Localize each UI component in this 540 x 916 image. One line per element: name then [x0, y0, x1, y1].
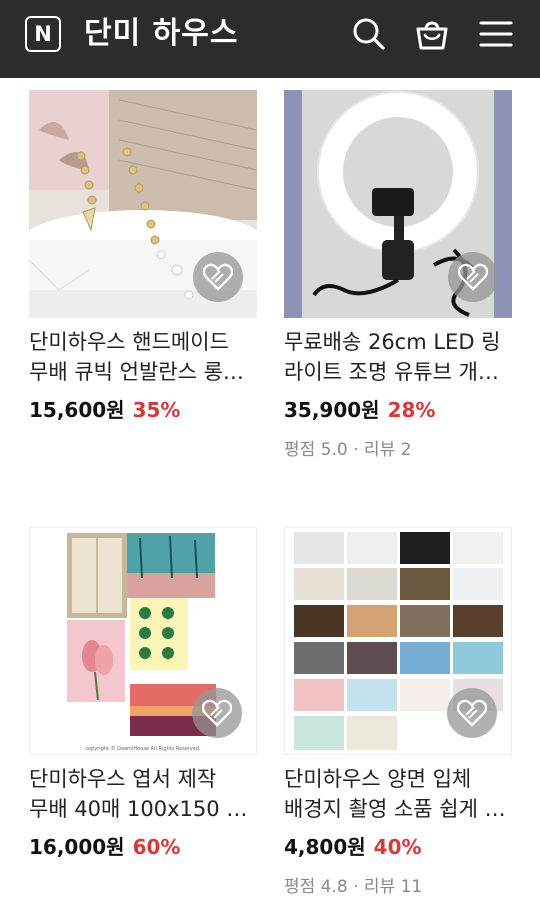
discount-rate: 60% [132, 835, 181, 859]
cart-icon[interactable] [414, 16, 450, 52]
wishlist-heart-icon[interactable] [448, 252, 498, 302]
logo-n-icon[interactable]: N [25, 16, 61, 52]
top-app-bar: N 단미 하우스 [0, 0, 540, 78]
image-copyright: copyright © DaamiHouse All Rights Reserv… [85, 745, 201, 752]
product-price: 15,600원 [29, 398, 125, 422]
wishlist-heart-icon[interactable] [192, 688, 242, 738]
price-row: 15,600원 35% [29, 393, 180, 427]
menu-icon[interactable] [479, 16, 515, 52]
product-image[interactable] [284, 527, 512, 755]
price-row: 16,000원 60% [29, 830, 180, 864]
product-price: 4,800원 [284, 835, 366, 859]
rating-review-count: 평점 5.0 · 리뷰 2 [284, 440, 412, 460]
product-name[interactable]: 단미하우스 핸드메이드 무배 큐빅 언발란스 롱드롭 귀걸이 [29, 327, 257, 387]
product-image[interactable] [284, 90, 512, 318]
product-image[interactable] [29, 90, 257, 318]
search-icon[interactable] [351, 16, 387, 52]
product-image[interactable]: copyright © DaamiHouse All Rights Reserv… [29, 527, 257, 755]
logo-letter: N [34, 22, 52, 46]
price-row: 4,800원 40% [284, 830, 422, 864]
product-name[interactable]: 단미하우스 양면 입체 배경지 촬영 소품 쉽게 사용 [284, 764, 512, 824]
product-price: 35,900원 [284, 398, 380, 422]
rating-review-count: 평점 4.8 · 리뷰 11 [284, 877, 423, 897]
product-price: 16,000원 [29, 835, 125, 859]
discount-rate: 35% [132, 398, 181, 422]
wishlist-heart-icon[interactable] [447, 688, 497, 738]
wishlist-heart-icon[interactable] [193, 252, 243, 302]
product-name[interactable]: 단미하우스 엽서 제작 무배 40매 100x150 인화 [29, 764, 257, 824]
product-name[interactable]: 무료배송 26cm LED 링 라이트 조명 유튜브 개인방송 [284, 327, 512, 387]
price-row: 35,900원 28% [284, 393, 435, 427]
store-title[interactable]: 단미 하우스 [84, 12, 238, 56]
discount-rate: 40% [373, 835, 422, 859]
discount-rate: 28% [387, 398, 436, 422]
